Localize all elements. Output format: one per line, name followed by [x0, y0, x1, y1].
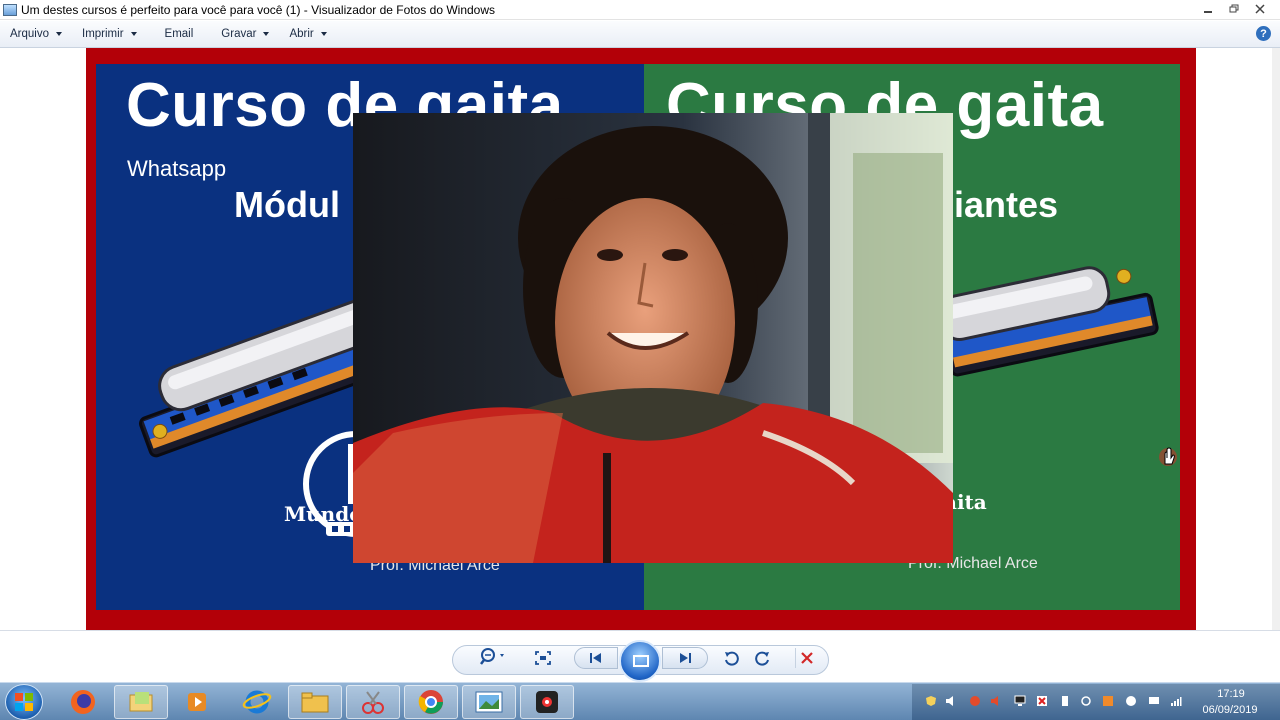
photo-viewer-app-icon [3, 3, 17, 16]
taskbar-photo-viewer[interactable] [462, 685, 516, 719]
rotate-right-icon [755, 651, 769, 666]
person-video-image [353, 113, 953, 563]
error-icon[interactable] [1036, 695, 1048, 707]
internet-explorer-icon [242, 690, 272, 714]
rotate-right-button[interactable] [753, 648, 773, 668]
explorer-icon [129, 692, 153, 712]
minimize-icon [1204, 11, 1212, 13]
title-bar: Um destes cursos é perfeito para você pa… [0, 0, 1280, 20]
clock-time[interactable]: 17:19 [1203, 688, 1259, 700]
app-tray-icon[interactable] [1102, 695, 1114, 707]
restore-icon [1229, 4, 1239, 13]
firefox-icon [71, 690, 95, 714]
menu-abrir-label: Abrir [289, 28, 314, 40]
taskbar-snipping-tool[interactable] [346, 685, 400, 719]
snipping-tool-icon [362, 691, 384, 714]
zoom-button[interactable] [476, 644, 510, 668]
windows-logo-icon [15, 693, 33, 711]
next-button[interactable] [662, 647, 708, 669]
taskbar-folder[interactable] [288, 685, 342, 719]
rotate-left-icon [725, 651, 739, 666]
media-player-icon [188, 693, 206, 711]
menu-arquivo[interactable]: Arquivo [0, 28, 72, 40]
signal-icon[interactable] [1170, 695, 1182, 707]
rotate-left-button[interactable] [721, 648, 741, 668]
menu-email-label: Email [164, 28, 194, 40]
start-button[interactable] [5, 684, 43, 720]
restore-button[interactable] [1222, 1, 1246, 17]
menu-arquivo-label: Arquivo [10, 28, 49, 40]
actual-size-button[interactable] [532, 648, 554, 668]
volume-icon[interactable] [990, 695, 1002, 707]
taskbar-media-player[interactable] [170, 685, 224, 719]
next-icon [680, 653, 691, 663]
speaker-icon[interactable] [945, 695, 957, 707]
taskbar-internet-explorer[interactable] [230, 685, 284, 719]
shield-icon[interactable] [925, 695, 937, 707]
taskbar-explorer[interactable] [114, 685, 168, 719]
minimize-button[interactable] [1196, 1, 1220, 17]
vertical-scrollbar[interactable] [1272, 48, 1280, 630]
recorder-icon [536, 691, 558, 713]
magnifier-icon [480, 648, 504, 665]
chevron-down-icon [130, 32, 137, 36]
taskbar-recorder[interactable] [520, 685, 574, 719]
previous-button[interactable] [574, 647, 618, 669]
bluetooth-icon[interactable] [1125, 695, 1137, 707]
left-logo-text: Mundo [284, 502, 363, 526]
hand-cursor-icon [1159, 447, 1177, 466]
chrome-icon [418, 690, 443, 714]
display-icon[interactable] [1148, 695, 1160, 707]
menu-email[interactable]: Email [147, 28, 212, 40]
network-link-icon[interactable] [1080, 695, 1092, 707]
slideshow-button[interactable] [619, 640, 661, 682]
menu-gravar-label: Gravar [221, 28, 257, 40]
taskbar-chrome[interactable] [404, 685, 458, 719]
menu-imprimir[interactable]: Imprimir [72, 28, 147, 40]
photo-viewer-icon [475, 691, 503, 713]
delete-icon [800, 652, 813, 664]
menu-gravar[interactable]: Gravar [211, 28, 279, 40]
menu-bar: Arquivo Imprimir Email Gravar Abrir ? [0, 21, 1280, 48]
webcam-video-frame [353, 113, 953, 563]
monitor-icon[interactable] [1014, 695, 1026, 707]
chevron-down-icon [320, 32, 327, 36]
clock-date[interactable]: 06/09/2019 [1198, 704, 1262, 716]
help-icon[interactable]: ? [1256, 26, 1271, 41]
close-button[interactable] [1248, 1, 1272, 17]
delete-button[interactable] [795, 648, 817, 668]
usb-icon[interactable] [1059, 695, 1071, 707]
taskbar-firefox[interactable] [56, 685, 110, 719]
slideshow-icon [633, 655, 649, 667]
record-icon[interactable] [969, 695, 981, 707]
menu-imprimir-label: Imprimir [82, 28, 124, 40]
chevron-down-icon [263, 32, 270, 36]
window-title: Um destes cursos é perfeito para você pa… [21, 2, 495, 17]
folder-icon [301, 692, 329, 713]
close-icon [1255, 4, 1265, 14]
menu-abrir[interactable]: Abrir [279, 28, 336, 40]
chevron-down-icon [56, 32, 62, 36]
previous-icon [590, 653, 601, 663]
actual-size-icon [535, 651, 551, 665]
